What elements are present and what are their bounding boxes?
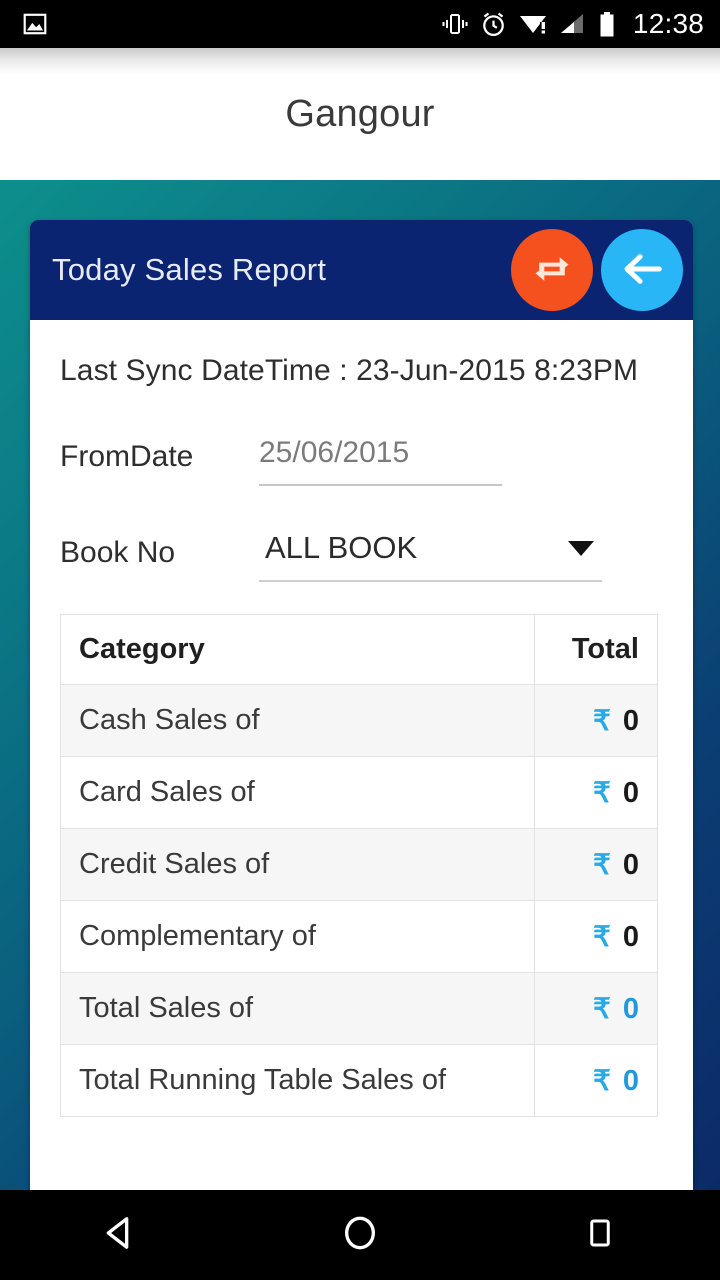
table-row: Credit Sales of ₹0 (60, 828, 658, 901)
table-row: Total Running Table Sales of ₹0 (60, 1044, 658, 1117)
card-header-actions (511, 220, 683, 320)
rupee-icon: ₹ (593, 704, 611, 736)
bookno-field-wrap: ALL BOOK (259, 530, 602, 582)
rupee-icon: ₹ (593, 848, 611, 880)
amount-value: 0 (622, 848, 639, 881)
bookno-label: Book No (60, 536, 176, 569)
vibrate-icon (441, 11, 469, 37)
column-header-category: Category (60, 614, 535, 685)
sales-table: Category Total Cash Sales of ₹0 Card Sales… (60, 614, 658, 1117)
nav-recents-icon (582, 1215, 618, 1256)
amount-value: 0 (622, 1064, 639, 1097)
status-bar-clock: 12:38 (632, 8, 704, 39)
table-header-row: Category Total (60, 614, 658, 685)
last-sync-text: Last Sync DateTime : 23-Jun-2015 8:23PM (60, 354, 639, 387)
cell-total: ₹0 (534, 684, 658, 757)
back-button[interactable] (601, 229, 683, 311)
table-row: Cash Sales of ₹0 (60, 684, 658, 757)
sales-table-body: Cash Sales of ₹0 Card Sales of ₹0 Credit Sal… (60, 684, 658, 1117)
amount-value: 0 (622, 992, 639, 1025)
nav-back-button[interactable] (60, 1190, 180, 1280)
cell-total: ₹0 (534, 756, 658, 829)
rupee-icon: ₹ (593, 776, 611, 808)
cell-total: ₹0 (534, 900, 658, 973)
app-header: Gangour (0, 48, 720, 180)
report-card: Today Sales Report Last Sync DateTime: … (30, 220, 693, 1190)
cell-category: Cash Sales of (60, 684, 535, 757)
status-bar-right: 12:38 (441, 8, 704, 40)
nav-home-icon (340, 1213, 380, 1258)
phone-screen: 12:38 Gangour Today Sales Report Last Sy… (0, 0, 720, 1280)
alarm-icon (480, 11, 507, 38)
bookno-selected-value: ALL BOOK (265, 530, 418, 565)
android-nav-bar (0, 1190, 720, 1280)
rupee-icon: ₹ (593, 1064, 611, 1096)
card-header: Today Sales Report (30, 220, 693, 320)
cell-total: ₹0 (534, 1044, 658, 1117)
fromdate-row: FromDate 25/06/2015 (30, 436, 693, 486)
nav-home-button[interactable] (300, 1190, 420, 1280)
amount-value: 0 (622, 776, 639, 809)
amount-value: 0 (622, 704, 639, 737)
fromdate-label: FromDate (60, 440, 194, 473)
fromdate-field-wrap: 25/06/2015 (259, 436, 502, 486)
fromdate-input[interactable]: 25/06/2015 (259, 436, 502, 486)
status-bar-left (22, 11, 48, 37)
card-body: Last Sync DateTime : 23-Jun-2015 8:23PM … (30, 320, 693, 1117)
nav-back-icon (100, 1213, 140, 1258)
card-title: Today Sales Report (52, 252, 327, 287)
app-title: Gangour (285, 92, 435, 135)
column-header-total: Total (534, 614, 658, 685)
sales-table-head: Category Total (60, 614, 658, 685)
sync-icon (530, 247, 574, 294)
table-row: Complementary of ₹0 (60, 900, 658, 973)
nav-recents-button[interactable] (540, 1190, 660, 1280)
amount-value: 0 (622, 920, 639, 953)
cell-category: Card Sales of (60, 756, 535, 829)
screen-background: Today Sales Report Last Sync DateTime: … (0, 180, 720, 1190)
bookno-row: Book No ALL BOOK (30, 530, 693, 582)
back-arrow-icon (619, 246, 665, 295)
rupee-icon: ₹ (593, 992, 611, 1024)
cell-category: Total Sales of (60, 972, 535, 1045)
cell-total: ₹0 (534, 828, 658, 901)
battery-icon (598, 11, 616, 38)
cell-category: Total Running Table Sales of (60, 1044, 535, 1117)
signal-icon (559, 11, 587, 37)
chevron-down-icon (568, 540, 594, 556)
sync-button[interactable] (511, 229, 593, 311)
cell-total: ₹0 (534, 972, 658, 1045)
cell-category: Complementary of (60, 900, 535, 973)
cell-category: Credit Sales of (60, 828, 535, 901)
image-icon (22, 11, 48, 37)
status-bar: 12:38 (0, 0, 720, 48)
table-row: Card Sales of ₹0 (60, 756, 658, 829)
wifi-warning-icon (518, 11, 548, 37)
rupee-icon: ₹ (593, 920, 611, 952)
table-row: Total Sales of ₹0 (60, 972, 658, 1045)
bookno-dropdown[interactable]: ALL BOOK (259, 530, 602, 582)
